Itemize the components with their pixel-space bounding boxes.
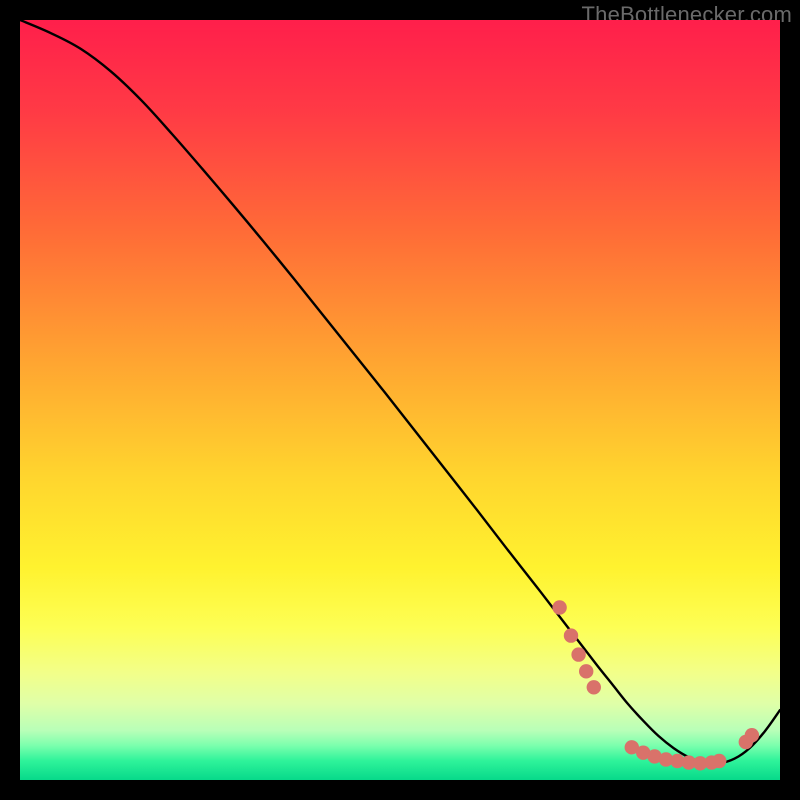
data-marker: [579, 664, 593, 678]
gradient-background: [20, 20, 780, 780]
data-marker: [571, 647, 585, 661]
plot-area: [20, 20, 780, 780]
data-marker: [745, 728, 759, 742]
data-marker: [712, 754, 726, 768]
data-marker: [564, 628, 578, 642]
chart-stage: TheBottlenecker.com: [0, 0, 800, 800]
data-marker: [587, 680, 601, 694]
bottleneck-chart: [20, 20, 780, 780]
data-marker: [552, 600, 566, 614]
